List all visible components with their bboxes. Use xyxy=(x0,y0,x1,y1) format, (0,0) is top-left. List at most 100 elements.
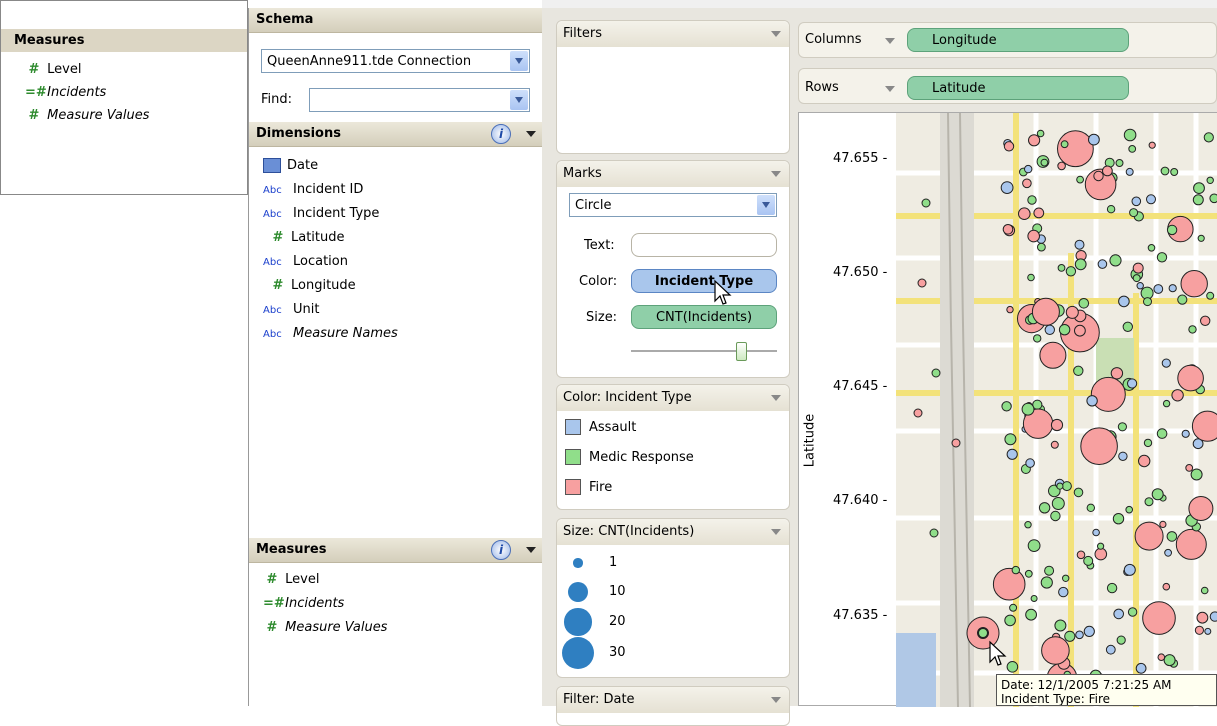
incident-point[interactable] xyxy=(1110,367,1124,380)
incident-point[interactable] xyxy=(1132,262,1144,274)
incident-point[interactable] xyxy=(1196,611,1209,624)
incident-point[interactable] xyxy=(1168,284,1177,293)
incident-point[interactable] xyxy=(1065,305,1079,319)
incident-point[interactable] xyxy=(1177,294,1188,305)
dropdown-arrow-icon[interactable] xyxy=(526,547,536,553)
incident-point[interactable] xyxy=(1027,539,1041,553)
incident-point[interactable] xyxy=(1086,395,1098,407)
incident-point[interactable] xyxy=(1076,550,1086,560)
mark-type-select[interactable]: Circle xyxy=(569,193,777,217)
incident-point[interactable] xyxy=(1127,378,1138,389)
incident-point[interactable] xyxy=(1127,607,1138,617)
incident-point[interactable] xyxy=(1185,464,1194,472)
columns-shelf[interactable]: Columns Longitude xyxy=(798,22,1217,58)
incident-point[interactable] xyxy=(1024,521,1032,529)
map-visualization[interactable]: Latitude 47.655 - 47.650 - 47.645 - 47.640 … xyxy=(798,112,1217,707)
incident-point[interactable] xyxy=(1038,502,1051,514)
incident-point[interactable] xyxy=(951,438,961,448)
incident-point[interactable] xyxy=(1025,458,1035,468)
dropdown-arrow-icon[interactable] xyxy=(885,86,895,92)
incident-point[interactable] xyxy=(1065,266,1077,277)
chevron-down-icon[interactable] xyxy=(510,90,528,110)
incident-point[interactable] xyxy=(931,368,941,378)
date-filter-card[interactable]: Filter: Date xyxy=(556,686,790,726)
incident-point[interactable] xyxy=(1092,528,1100,537)
incident-point[interactable] xyxy=(1033,207,1045,219)
longitude-field-pill[interactable]: Longitude xyxy=(907,28,1129,52)
incident-point[interactable] xyxy=(1075,630,1084,640)
incident-point[interactable] xyxy=(1177,364,1204,392)
map-background[interactable] xyxy=(896,113,1217,707)
incident-point[interactable] xyxy=(1009,603,1018,612)
color-field-pill[interactable]: Incident Type xyxy=(631,269,777,293)
legend-swatch[interactable] xyxy=(565,449,581,465)
incident-point[interactable] xyxy=(1037,242,1046,252)
incident-point[interactable] xyxy=(1030,595,1038,602)
incident-point[interactable] xyxy=(977,627,989,639)
incident-point[interactable] xyxy=(1044,324,1056,336)
incident-point[interactable] xyxy=(1060,140,1069,149)
incident-point[interactable] xyxy=(1209,611,1217,622)
incident-point[interactable] xyxy=(1128,145,1137,153)
incident-point[interactable] xyxy=(1083,625,1095,638)
incident-point[interactable] xyxy=(1206,291,1215,300)
incident-point[interactable] xyxy=(1106,582,1118,594)
incident-point[interactable] xyxy=(1123,563,1136,576)
incident-point[interactable] xyxy=(1057,264,1066,272)
dropdown-arrow-icon[interactable] xyxy=(771,171,781,177)
incident-point[interactable] xyxy=(1094,547,1108,561)
field-measure-values[interactable]: # Measure Values xyxy=(263,620,388,635)
size-field-pill[interactable]: CNT(Incidents) xyxy=(631,305,777,329)
dropdown-arrow-icon[interactable] xyxy=(771,529,781,535)
incident-point[interactable] xyxy=(1151,488,1164,501)
field-incidents[interactable]: =# Incidents xyxy=(263,596,344,611)
incident-point[interactable] xyxy=(1050,418,1064,432)
incident-point[interactable] xyxy=(1118,451,1128,461)
incident-point[interactable] xyxy=(1058,586,1069,598)
incident-point[interactable] xyxy=(1097,259,1108,269)
rows-shelf[interactable]: Rows Latitude xyxy=(798,68,1217,104)
incident-point[interactable] xyxy=(1036,129,1045,138)
dimension-item[interactable]: # Longitude xyxy=(263,278,356,293)
incident-point[interactable] xyxy=(1025,608,1038,621)
incident-point[interactable] xyxy=(1200,586,1209,595)
dropdown-arrow-icon[interactable] xyxy=(771,697,781,703)
incident-point[interactable] xyxy=(1006,305,1014,314)
background-field-level[interactable]: # Level xyxy=(25,62,82,77)
incident-point[interactable] xyxy=(1166,531,1178,542)
incident-point[interactable] xyxy=(1044,565,1055,576)
incident-point[interactable] xyxy=(1076,175,1085,184)
incident-point[interactable] xyxy=(1073,487,1084,498)
incident-point[interactable] xyxy=(1209,193,1217,204)
incident-point[interactable] xyxy=(1062,574,1070,582)
incident-point[interactable] xyxy=(1131,196,1142,207)
incident-point[interactable] xyxy=(1074,324,1086,337)
incident-point[interactable] xyxy=(1112,513,1125,525)
incident-point[interactable] xyxy=(1061,481,1072,492)
incident-point[interactable] xyxy=(1102,165,1113,177)
incident-point[interactable] xyxy=(1074,258,1087,271)
incident-point[interactable] xyxy=(1146,194,1156,205)
incident-point[interactable] xyxy=(1171,389,1184,402)
incident-point[interactable] xyxy=(1115,159,1124,167)
incident-point[interactable] xyxy=(1188,325,1197,334)
incident-point[interactable] xyxy=(1142,601,1176,635)
incident-point[interactable] xyxy=(1180,270,1208,298)
incident-point[interactable] xyxy=(1203,132,1214,143)
incident-point[interactable] xyxy=(1001,401,1012,412)
incident-point[interactable] xyxy=(1064,630,1076,642)
legend-label[interactable]: Fire xyxy=(589,480,612,495)
incident-point[interactable] xyxy=(1040,158,1049,167)
incident-point[interactable] xyxy=(1022,178,1032,189)
incident-point[interactable] xyxy=(1166,224,1178,236)
incident-point[interactable] xyxy=(1192,194,1204,206)
incident-point[interactable] xyxy=(1193,182,1205,194)
dimension-item[interactable]: # Latitude xyxy=(263,230,345,245)
incident-point[interactable] xyxy=(1206,176,1214,185)
incident-point[interactable] xyxy=(1190,468,1203,481)
incident-point[interactable] xyxy=(1027,195,1037,205)
incident-point[interactable] xyxy=(1057,130,1094,168)
dimension-item[interactable]: Abc Measure Names xyxy=(263,326,398,341)
incident-point[interactable] xyxy=(1051,497,1065,510)
incident-point[interactable] xyxy=(1204,627,1212,635)
